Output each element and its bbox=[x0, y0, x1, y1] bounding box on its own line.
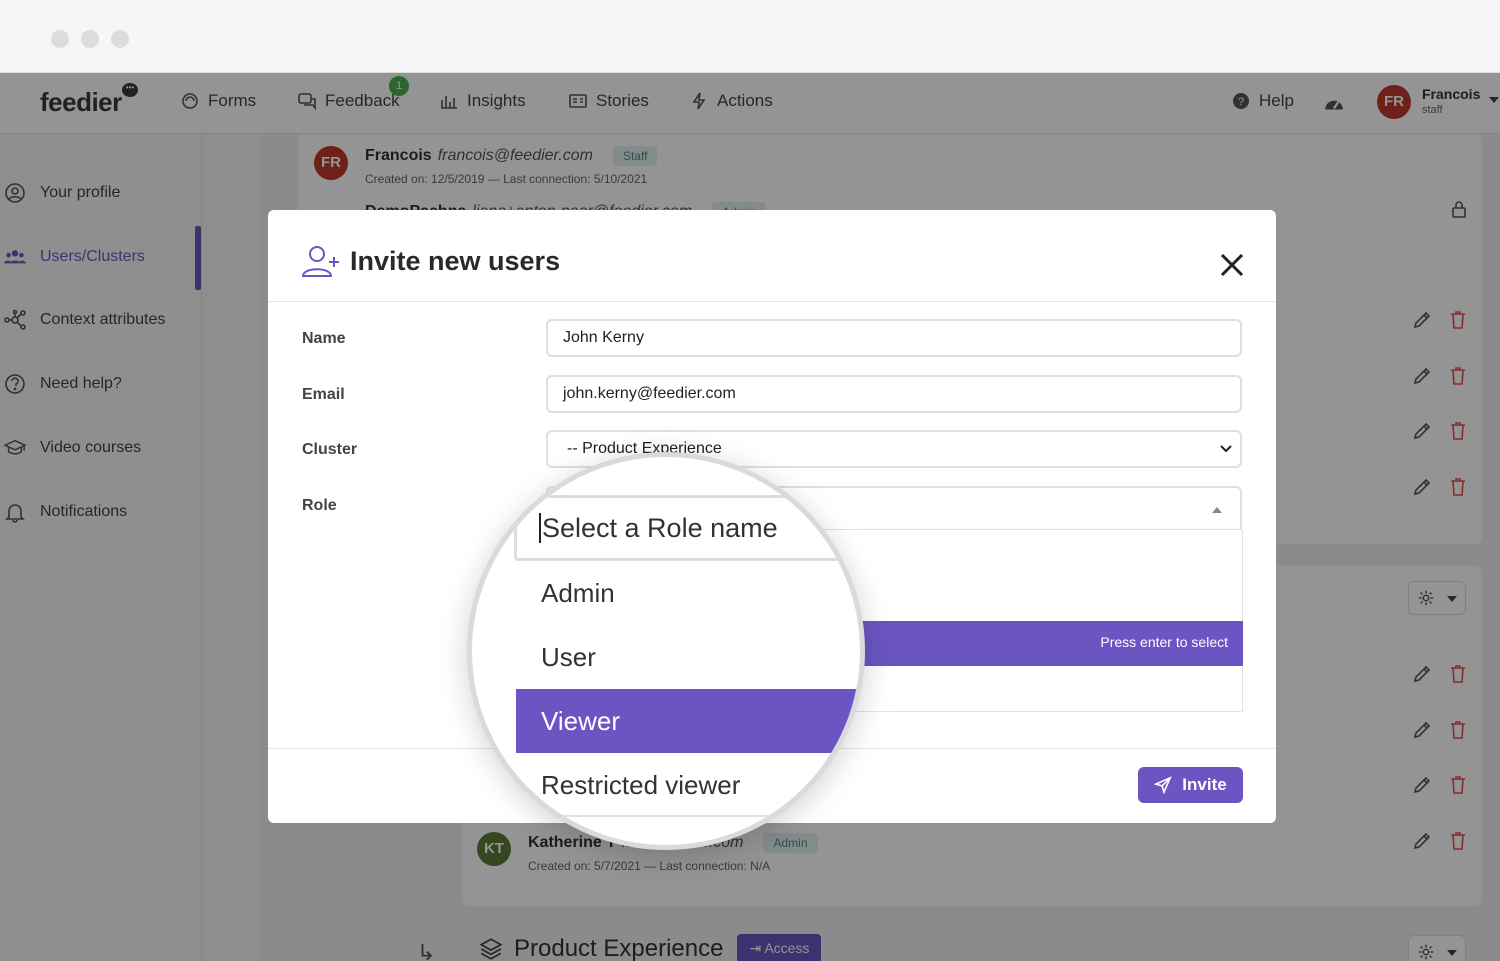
email-label: Email bbox=[302, 386, 345, 404]
role-search-placeholder: Select a Role name bbox=[539, 513, 778, 543]
role-search-input[interactable]: Select a Role name bbox=[514, 495, 865, 561]
role-option-restricted-viewer[interactable]: Restricted viewer bbox=[516, 753, 865, 817]
role-option-admin[interactable]: Admin bbox=[516, 561, 865, 625]
paper-plane-icon bbox=[1154, 776, 1172, 794]
chevron-up-icon bbox=[1212, 507, 1222, 513]
role-option-user[interactable]: User bbox=[516, 625, 865, 689]
cluster-label: Cluster bbox=[302, 441, 357, 459]
chevron-down-icon bbox=[1220, 444, 1232, 454]
window-close-dot[interactable] bbox=[51, 30, 69, 48]
add-user-icon bbox=[301, 245, 341, 277]
invite-button[interactable]: Invite bbox=[1138, 767, 1243, 803]
modal-header: Invite new users bbox=[268, 210, 1276, 302]
window-minimize-dot[interactable] bbox=[81, 30, 99, 48]
name-field[interactable]: John Kerny bbox=[546, 319, 1242, 357]
email-field[interactable]: john.kerny@feedier.com bbox=[546, 375, 1242, 413]
name-label: Name bbox=[302, 330, 346, 348]
role-option-viewer[interactable]: Viewer bbox=[516, 689, 865, 753]
dropdown-hint: Press enter to select bbox=[1100, 634, 1228, 650]
window-titlebar bbox=[0, 0, 1500, 73]
modal-title: Invite new users bbox=[350, 246, 560, 277]
magnifier-lens: Select a Role name Admin User Viewer Res… bbox=[467, 452, 865, 850]
role-label: Role bbox=[302, 497, 337, 515]
invite-label: Invite bbox=[1182, 775, 1226, 795]
close-icon[interactable] bbox=[1220, 253, 1244, 277]
window-maximize-dot[interactable] bbox=[111, 30, 129, 48]
